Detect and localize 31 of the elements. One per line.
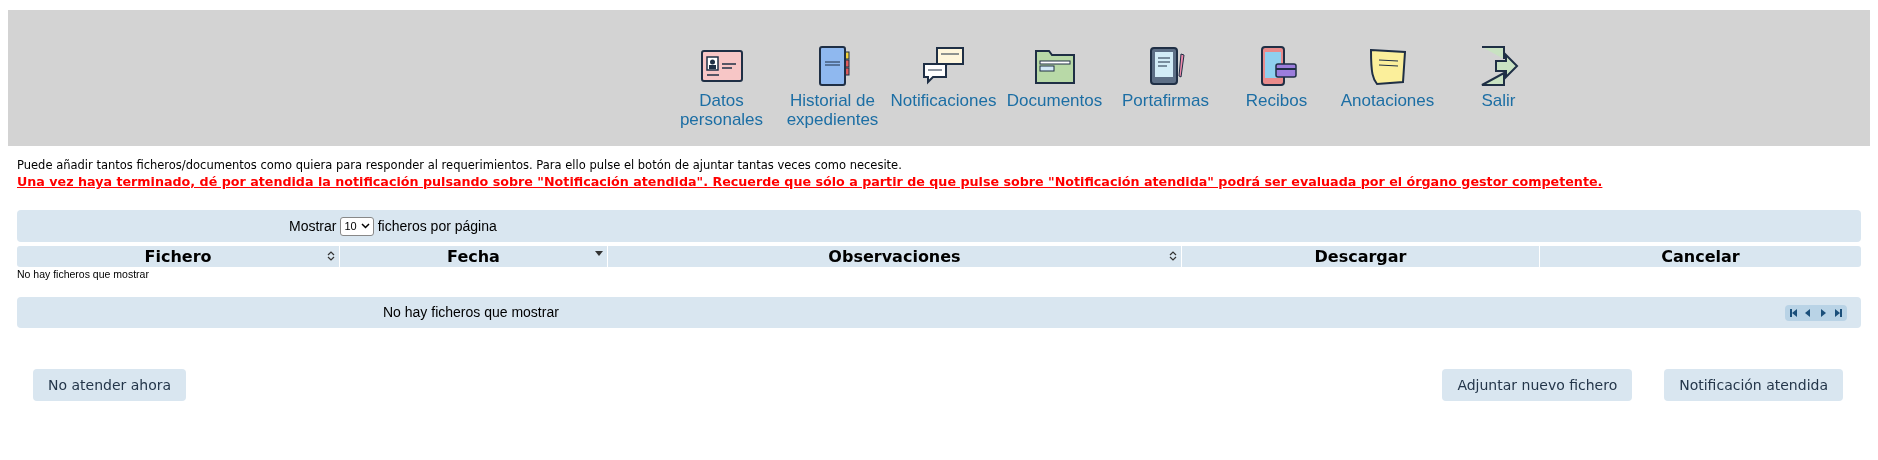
action-button[interactable]: Adjuntar nuevo fichero — [1442, 369, 1633, 401]
warning-text: Una vez haya terminado, dé por atendida la notificación pulsando sobre "Notificación atendida". Recuerde que sólo a partir de que pulse sobre "Notificación atendida" podrá ser evaluada por el órgano gestor competente. — [17, 173, 1604, 190]
nav-link[interactable]: Recibos — [1221, 44, 1332, 146]
last-page-icon[interactable] — [1834, 307, 1843, 318]
nav-link[interactable]: Datos personales — [666, 44, 777, 146]
action-button[interactable]: Notificación atendida — [1664, 369, 1843, 401]
nav-link[interactable]: Salir — [1443, 44, 1554, 146]
column-header[interactable]: Observaciones — [608, 246, 1182, 267]
first-page-icon[interactable] — [1789, 307, 1798, 318]
column-header[interactable]: Fichero — [17, 246, 340, 267]
nav-link[interactable]: Historial de expedientes — [777, 44, 888, 146]
nav-link[interactable]: Documentos — [999, 44, 1110, 146]
nav-link[interactable]: Portafirmas — [1110, 44, 1221, 146]
next-page-icon[interactable] — [1819, 307, 1828, 318]
length-label: ficheros por página — [377, 216, 497, 236]
chevron-icon — [360, 223, 370, 229]
column-header[interactable]: Descargar — [1182, 246, 1540, 267]
action-button[interactable]: No atender ahora — [33, 369, 187, 401]
nav-link[interactable]: Notificaciones — [888, 44, 999, 146]
sort-desc-icon — [595, 251, 603, 257]
length-label: Mostrar — [289, 216, 337, 236]
empty-table-text: No hay ficheros que mostrar — [17, 268, 150, 281]
sort-icon — [1169, 251, 1177, 261]
sort-icon — [327, 251, 335, 261]
table-info: No hay ficheros que mostrar — [383, 303, 559, 322]
column-header[interactable]: Cancelar — [1540, 246, 1861, 267]
info-text: Puede añadir tantos ficheros/documentos como quiera para responder al requerimientos. Para ello pulse el botón de ajuntar tantas veces como necesite. — [17, 158, 903, 173]
column-header[interactable]: Fecha — [340, 246, 608, 267]
nav-link[interactable]: Anotaciones — [1332, 44, 1443, 146]
previous-page-icon[interactable] — [1804, 307, 1813, 318]
page-size-select[interactable]: 10 — [340, 216, 374, 236]
